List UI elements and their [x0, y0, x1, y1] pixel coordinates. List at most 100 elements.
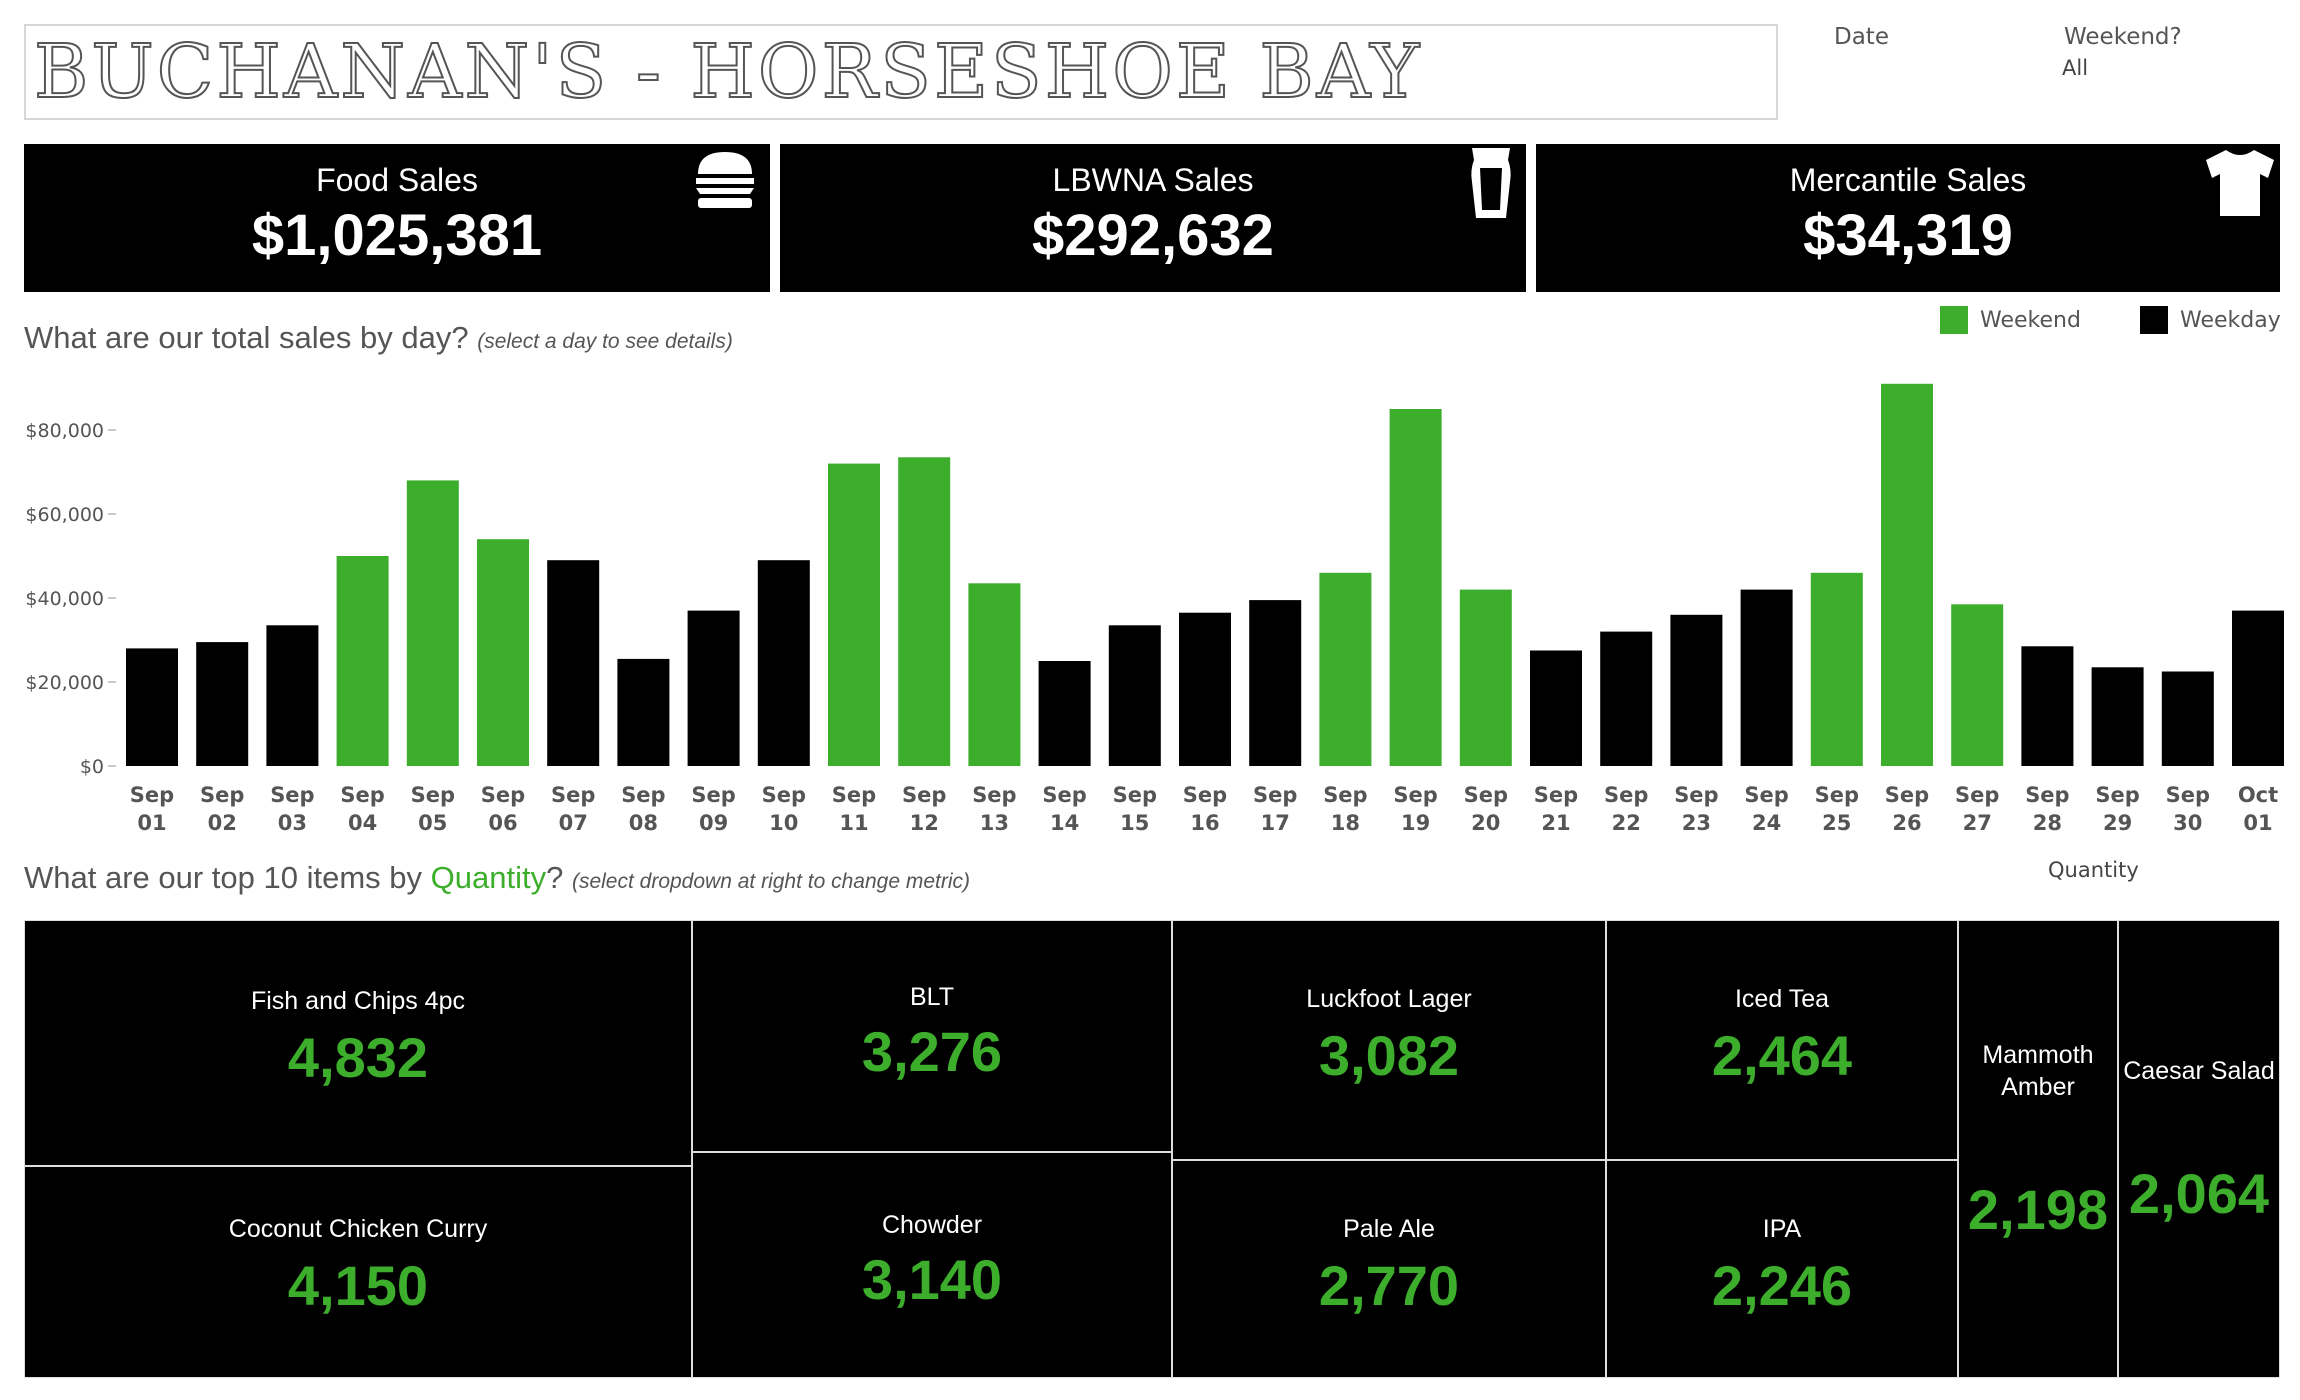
- bar-oct-01[interactable]: [2232, 610, 2284, 766]
- kpi-label: Food Sales: [316, 162, 478, 198]
- x-tick-label: 03: [278, 811, 307, 835]
- bar-sep-04[interactable]: [336, 556, 389, 766]
- kpi-mercantile-sales: Mercantile Sales $34,319: [1536, 144, 2280, 292]
- legend-weekday-label: Weekday: [2180, 308, 2281, 333]
- bar-sep-03[interactable]: [266, 625, 319, 766]
- x-tick-label: Sep: [1674, 783, 1718, 807]
- bar-sep-14[interactable]: [1038, 661, 1091, 766]
- treemap-item-name: IPA: [1762, 1215, 1802, 1243]
- treemap-item-value: 2,246: [1711, 1254, 1853, 1317]
- bar-sep-17[interactable]: [1249, 600, 1302, 766]
- x-tick-label: Sep: [340, 783, 384, 807]
- x-tick-label: 12: [910, 811, 939, 835]
- bar-sep-22[interactable]: [1600, 631, 1653, 766]
- treemap-item-name: Pale Ale: [1343, 1215, 1435, 1243]
- burger-icon: [696, 152, 754, 208]
- treemap-item-name: Iced Tea: [1734, 985, 1830, 1013]
- date-filter-label[interactable]: Date: [1834, 24, 1889, 50]
- kpi-food-sales: Food Sales $1,025,381: [24, 144, 770, 292]
- legend-weekday-swatch: [2140, 306, 2168, 334]
- y-tick-label: $40,000: [25, 588, 104, 610]
- x-tick-label: 22: [1612, 811, 1641, 835]
- treemap-cell[interactable]: BLT 3,276: [692, 920, 1172, 1152]
- x-tick-label: 07: [559, 811, 588, 835]
- bar-sep-21[interactable]: [1530, 650, 1582, 767]
- bar-sep-09[interactable]: [687, 610, 740, 766]
- x-tick-label: 17: [1261, 811, 1290, 835]
- x-tick-label: Sep: [1955, 783, 1999, 807]
- top-items-metric: Quantity: [430, 860, 547, 895]
- treemap-item-name: BLT: [910, 983, 954, 1011]
- kpi-label: LBWNA Sales: [1052, 162, 1254, 198]
- treemap-cell[interactable]: Coconut Chicken Curry 4,150: [24, 1166, 692, 1378]
- title-box: BUCHANAN'S - HORSESHOE BAY: [24, 24, 1778, 120]
- x-tick-label: 26: [1892, 811, 1921, 835]
- x-tick-label: 18: [1331, 811, 1360, 835]
- bar-sep-02[interactable]: [196, 642, 249, 766]
- bar-sep-05[interactable]: [406, 480, 459, 766]
- bar-sep-11[interactable]: [828, 463, 880, 766]
- x-tick-label: 01: [2243, 811, 2272, 835]
- sales-subtitle: (select a day to see details): [477, 330, 733, 353]
- x-tick-label: 05: [418, 811, 447, 835]
- x-tick-label: Sep: [1604, 783, 1648, 807]
- bar-sep-20[interactable]: [1459, 589, 1512, 766]
- sales-section-title: What are our total sales by day? (select…: [24, 320, 733, 356]
- treemap-cell[interactable]: Luckfoot Lager 3,082: [1172, 920, 1606, 1160]
- bar-sep-13[interactable]: [968, 583, 1021, 766]
- treemap-item-name: Luckfoot Lager: [1306, 985, 1472, 1013]
- treemap-cell[interactable]: Caesar Salad 2,064: [2118, 920, 2280, 1378]
- x-tick-label: Sep: [1183, 783, 1227, 807]
- metric-dropdown[interactable]: Quantity: [2048, 858, 2139, 882]
- bar-sep-08[interactable]: [617, 658, 670, 766]
- top-items-subtitle: (select dropdown at right to change metr…: [571, 870, 970, 893]
- x-tick-label: 04: [348, 811, 377, 835]
- bar-sep-25[interactable]: [1810, 572, 1863, 766]
- x-tick-label: 15: [1120, 811, 1149, 835]
- bar-sep-19[interactable]: [1389, 409, 1442, 766]
- bar-sep-10[interactable]: [757, 560, 810, 766]
- x-tick-label: 01: [137, 811, 166, 835]
- treemap-cell[interactable]: Chowder 3,140: [692, 1152, 1172, 1378]
- sales-title-text: What are our total sales by day?: [24, 320, 469, 355]
- bar-sep-29[interactable]: [2091, 667, 2144, 766]
- bar-sep-24[interactable]: [1740, 589, 1793, 766]
- x-tick-label: Sep: [200, 783, 244, 807]
- bar-sep-27[interactable]: [1951, 604, 2004, 766]
- y-tick-label: $80,000: [25, 420, 104, 442]
- bar-sep-23[interactable]: [1670, 614, 1723, 766]
- bar-sep-16[interactable]: [1179, 612, 1231, 766]
- sales-by-day-chart: $0 $20,000 $40,000 $60,000 $80,000 Sep 01 Sep 02…: [25, 383, 2284, 835]
- x-tick-label: Sep: [130, 783, 174, 807]
- treemap-cell[interactable]: Mammoth Amber 2,198: [1958, 920, 2118, 1378]
- y-tick-label: $60,000: [25, 504, 104, 526]
- weekend-filter-dropdown[interactable]: All: [2062, 56, 2088, 80]
- x-tick-label: Sep: [270, 783, 314, 807]
- treemap-item-value: 3,276: [861, 1020, 1003, 1083]
- x-tick-label: Sep: [1534, 783, 1578, 807]
- bar-sep-06[interactable]: [477, 539, 529, 766]
- treemap-item-name: Fish and Chips 4pc: [250, 987, 465, 1015]
- bar-sep-18[interactable]: [1319, 572, 1372, 766]
- bar-sep-07[interactable]: [547, 560, 600, 766]
- y-tick-label: $0: [80, 756, 104, 778]
- treemap-cell[interactable]: Pale Ale 2,770: [1172, 1160, 1606, 1378]
- treemap-cell[interactable]: IPA 2,246: [1606, 1160, 1958, 1378]
- x-tick-label: 14: [1050, 811, 1079, 835]
- treemap-cell[interactable]: Fish and Chips 4pc 4,832: [24, 920, 692, 1166]
- top-items-title-suffix: ?: [546, 860, 564, 895]
- bar-sep-28[interactable]: [2021, 646, 2074, 766]
- treemap-item-name: Coconut Chicken Curry: [228, 1215, 488, 1243]
- bar-sep-12[interactable]: [898, 457, 951, 766]
- top-items-title-prefix: What are our top 10 items by: [24, 860, 431, 895]
- treemap-cell[interactable]: Iced Tea 2,464: [1606, 920, 1958, 1160]
- x-tick-label: 23: [1682, 811, 1711, 835]
- bar-sep-30[interactable]: [2161, 671, 2214, 767]
- treemap-item-name: Mammoth Amber: [1982, 1041, 2094, 1101]
- x-tick-label: Sep: [1253, 783, 1297, 807]
- x-tick-label: 20: [1471, 811, 1500, 835]
- x-tick-label: Sep: [551, 783, 595, 807]
- bar-sep-15[interactable]: [1108, 625, 1161, 766]
- bar-sep-01[interactable]: [126, 648, 178, 766]
- bar-sep-26[interactable]: [1881, 383, 1933, 766]
